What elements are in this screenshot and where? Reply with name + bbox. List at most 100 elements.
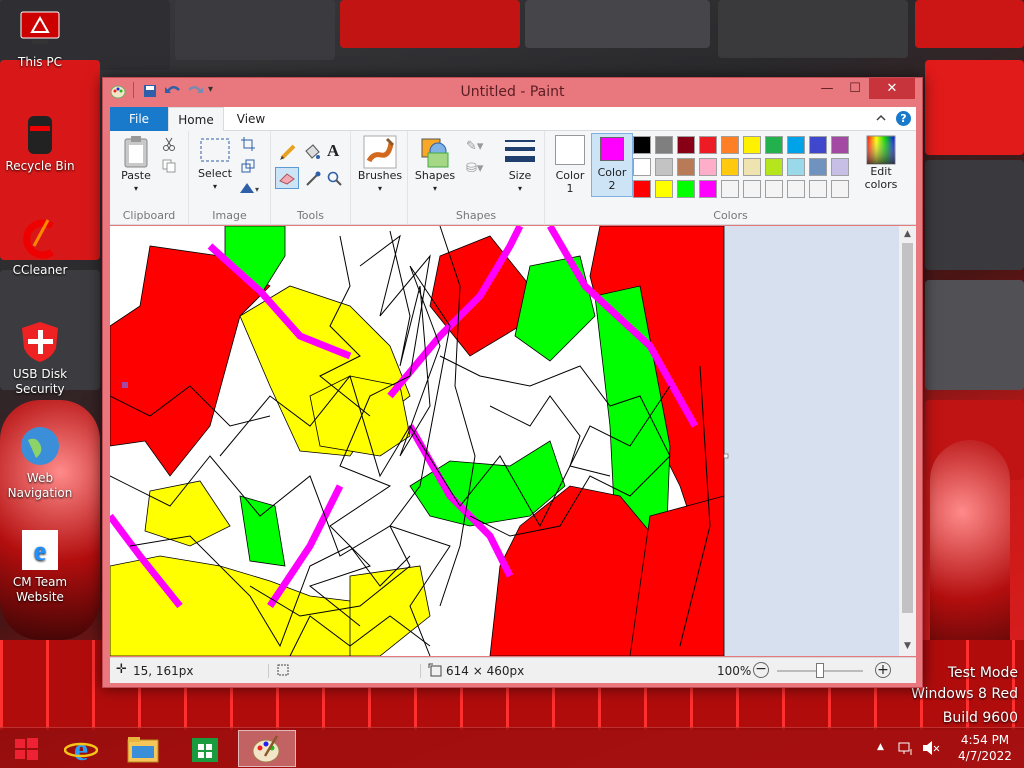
zoom-level: 100%: [717, 664, 752, 678]
crop-icon[interactable]: [241, 137, 255, 154]
close-button[interactable]: ✕: [869, 78, 915, 99]
palette-swatch[interactable]: [743, 158, 761, 176]
group-colors: Color 1 Color 2 Edit colors Colors: [545, 131, 916, 225]
title-bar[interactable]: ▾ Untitled - Paint — ☐ ✕: [103, 78, 922, 106]
palette-swatch[interactable]: [809, 158, 827, 176]
palette-swatch[interactable]: [721, 180, 739, 198]
palette-swatch[interactable]: [743, 136, 761, 154]
shapes-button[interactable]: Shapes ▾: [412, 135, 458, 195]
edit-colors-button[interactable]: Edit colors: [861, 135, 901, 191]
palette-swatch[interactable]: [787, 180, 805, 198]
fill-shape-icon[interactable]: ⛁▾: [466, 161, 483, 176]
desktop-icon-web-navigation[interactable]: Web Navigation: [4, 424, 76, 501]
color-picker-icon[interactable]: [305, 171, 321, 190]
tab-view[interactable]: View: [226, 107, 276, 131]
palette-swatch[interactable]: [721, 158, 739, 176]
taskbar-store[interactable]: [176, 730, 234, 767]
copy-icon[interactable]: [162, 159, 176, 176]
desktop-icon-usb-disk-security[interactable]: USB Disk Security: [4, 320, 76, 397]
color1-label: Color: [555, 169, 585, 182]
fill-icon[interactable]: [303, 143, 321, 164]
scroll-down-icon[interactable]: ▼: [899, 638, 916, 654]
palette-swatch[interactable]: [809, 180, 827, 198]
palette-swatch[interactable]: [655, 158, 673, 176]
desktop-icon-label: Web Navigation: [7, 471, 73, 500]
desktop-icon-label: CCleaner: [12, 263, 68, 277]
show-hidden-icons[interactable]: ▲: [877, 742, 884, 752]
palette-swatch[interactable]: [699, 180, 717, 198]
magnifier-icon[interactable]: [327, 171, 343, 190]
close-icon: ✕: [886, 81, 898, 96]
help-icon[interactable]: ?: [896, 111, 911, 126]
color1-swatch: [555, 135, 585, 165]
desktop-icon-cm-team-website[interactable]: e CM Team Website: [4, 528, 76, 605]
rotate-icon[interactable]: ▾: [239, 181, 261, 198]
text-tool-icon[interactable]: A: [327, 141, 339, 161]
cut-icon[interactable]: [162, 137, 176, 154]
maximize-button[interactable]: ☐: [841, 78, 869, 99]
taskbar-file-explorer[interactable]: [114, 730, 172, 767]
this-pc-icon: [18, 8, 62, 52]
tab-file[interactable]: File: [110, 107, 168, 131]
palette-swatch[interactable]: [831, 136, 849, 154]
palette-swatch[interactable]: [809, 136, 827, 154]
svg-text:e: e: [74, 732, 88, 766]
brushes-label: Brushes: [357, 169, 403, 182]
palette-swatch[interactable]: [633, 136, 651, 154]
palette-swatch[interactable]: [633, 158, 651, 176]
zoom-out-button[interactable]: −: [753, 662, 769, 678]
eraser-icon[interactable]: [275, 167, 299, 189]
palette-swatch[interactable]: [831, 180, 849, 198]
maximize-icon: ☐: [849, 81, 861, 96]
color1-button[interactable]: Color 1: [550, 135, 590, 195]
palette-swatch[interactable]: [677, 158, 695, 176]
palette-swatch[interactable]: [765, 180, 783, 198]
palette-swatch[interactable]: [721, 136, 739, 154]
collapse-ribbon-icon[interactable]: [874, 111, 888, 128]
start-button[interactable]: [4, 730, 48, 767]
group-brushes: Brushes ▾: [351, 131, 408, 225]
desktop-icon-ccleaner[interactable]: CCleaner: [4, 216, 76, 278]
palette-swatch[interactable]: [633, 180, 651, 198]
vertical-scrollbar[interactable]: ▲ ▼: [899, 226, 916, 656]
palette-swatch[interactable]: [699, 136, 717, 154]
drawing-canvas[interactable]: [110, 226, 899, 656]
palette-swatch[interactable]: [787, 158, 805, 176]
minimize-button[interactable]: —: [813, 78, 841, 99]
color2-button[interactable]: Color 2: [591, 133, 633, 197]
color1-number: 1: [566, 182, 574, 195]
clock[interactable]: 4:54 PM 4/7/2022: [950, 732, 1020, 764]
pencil-icon[interactable]: [279, 143, 297, 164]
shapes-icon: [421, 138, 449, 168]
size-button[interactable]: Size ▾: [498, 135, 542, 195]
palette-swatch[interactable]: [765, 136, 783, 154]
taskbar-paint[interactable]: [238, 730, 296, 767]
resize-icon[interactable]: [241, 159, 255, 176]
palette-swatch[interactable]: [655, 180, 673, 198]
palette-swatch[interactable]: [831, 158, 849, 176]
tab-home[interactable]: Home: [168, 107, 224, 131]
clock-time: 4:54 PM: [960, 733, 1010, 747]
palette-swatch[interactable]: [765, 158, 783, 176]
network-icon[interactable]: [898, 740, 914, 759]
brushes-button[interactable]: Brushes ▾: [355, 135, 405, 195]
taskbar-internet-explorer[interactable]: e: [52, 730, 110, 767]
palette-swatch[interactable]: [787, 136, 805, 154]
select-button[interactable]: Select ▾: [193, 135, 237, 193]
scroll-up-icon[interactable]: ▲: [899, 226, 916, 242]
palette-swatch[interactable]: [743, 180, 761, 198]
paste-button[interactable]: Paste ▾: [116, 135, 156, 195]
palette-swatch[interactable]: [699, 158, 717, 176]
desktop-icon-recycle-bin[interactable]: Recycle Bin: [4, 112, 76, 174]
palette-swatch[interactable]: [655, 136, 673, 154]
volume-muted-icon[interactable]: [922, 740, 940, 759]
outline-icon[interactable]: ✎▾: [466, 139, 483, 154]
palette-swatch[interactable]: [677, 180, 695, 198]
zoom-slider-thumb[interactable]: [816, 663, 824, 678]
scroll-thumb[interactable]: [902, 243, 913, 613]
palette-swatch[interactable]: [677, 136, 695, 154]
svg-text:▾: ▾: [255, 185, 259, 194]
color2-label: Color: [597, 166, 627, 179]
desktop-icon-this-pc[interactable]: This PC: [4, 8, 76, 70]
zoom-in-button[interactable]: +: [875, 662, 891, 678]
